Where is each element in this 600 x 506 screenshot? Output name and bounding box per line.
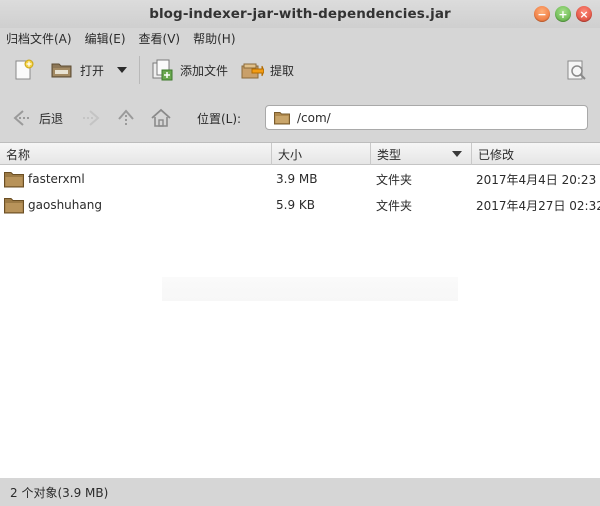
menu-edit[interactable]: 编辑(E) [85, 30, 126, 47]
back-label: 后退 [39, 111, 64, 126]
column-modified-header[interactable]: 已修改 [472, 143, 600, 165]
table-row[interactable]: fasterxml 3.9 MB 文件夹 2017年4月4日 20:23 [0, 166, 600, 192]
table-row[interactable]: gaoshuhang 5.9 KB 文件夹 2017年4月27日 02:32 [0, 192, 600, 218]
forward-button[interactable] [80, 104, 102, 132]
maximize-icon[interactable]: + [555, 6, 571, 22]
menu-bar: 归档文件(A) 编辑(E) 查看(V) 帮助(H) [0, 28, 600, 48]
empty-area-artifact [162, 277, 458, 301]
column-name-header[interactable]: 名称 [0, 143, 272, 165]
minimize-icon[interactable]: − [534, 6, 550, 22]
folder-icon [274, 111, 290, 124]
extract-button[interactable]: 提取 [240, 54, 294, 86]
location-label: 位置(L): [197, 112, 242, 126]
folder-icon [4, 198, 24, 214]
home-button[interactable] [150, 104, 172, 132]
file-modified: 2017年4月4日 20:23 [476, 172, 597, 187]
window-controls: − + × [534, 6, 592, 22]
menu-view[interactable]: 查看(V) [139, 30, 181, 47]
open-dropdown-button[interactable] [117, 54, 128, 86]
add-files-label: 添加文件 [180, 63, 229, 78]
add-files-icon [152, 59, 173, 81]
file-name-cell: gaoshuhang [4, 192, 270, 218]
title-bar[interactable]: blog-indexer-jar-with-dependencies.jar −… [0, 0, 600, 28]
archive-manager-window: blog-indexer-jar-with-dependencies.jar −… [0, 0, 600, 506]
location-path: /com/ [297, 110, 331, 125]
file-type: 文件夹 [376, 198, 413, 213]
new-archive-icon [15, 59, 34, 80]
open-folder-icon [51, 63, 72, 78]
column-type-header[interactable]: 类型 [371, 143, 472, 165]
file-modified: 2017年4月27日 02:32 [476, 198, 600, 213]
window-title: blog-indexer-jar-with-dependencies.jar [149, 6, 451, 22]
chevron-down-icon [117, 67, 128, 73]
menu-help[interactable]: 帮助(H) [193, 30, 235, 47]
back-arrow-icon [13, 110, 30, 126]
file-size: 3.9 MB [276, 172, 318, 186]
open-button[interactable]: 打开 [50, 54, 104, 86]
new-archive-button[interactable] [12, 54, 36, 86]
file-name: fasterxml [28, 172, 85, 186]
up-arrow-icon [118, 109, 134, 126]
column-name-label: 名称 [6, 147, 31, 162]
location-bar: 后退 位置(L): /com/ [0, 100, 600, 136]
folder-icon [4, 172, 24, 188]
open-label: 打开 [80, 63, 105, 78]
toolbar: 打开 添加文件 提取 [0, 50, 600, 90]
add-files-button[interactable]: 添加文件 [150, 54, 228, 86]
location-input[interactable]: /com/ [265, 105, 588, 130]
sort-descending-icon [452, 151, 462, 157]
properties-button[interactable] [564, 54, 588, 86]
file-name: gaoshuhang [28, 198, 102, 212]
file-name-cell: fasterxml [4, 166, 270, 192]
properties-icon [567, 60, 586, 80]
toolbar-separator [139, 56, 141, 84]
file-size: 5.9 KB [276, 198, 315, 212]
column-type-label: 类型 [377, 147, 402, 162]
back-button[interactable]: 后退 [11, 104, 63, 132]
file-type: 文件夹 [376, 172, 413, 187]
home-icon [151, 108, 171, 127]
status-bar: 2 个对象(3.9 MB) [0, 478, 600, 506]
column-size-label: 大小 [278, 147, 303, 162]
list-header: 名称 大小 类型 已修改 [0, 143, 600, 165]
column-size-header[interactable]: 大小 [272, 143, 371, 165]
up-button[interactable] [115, 104, 137, 132]
file-list: 名称 大小 类型 已修改 fasterxml 3.9 MB 文件夹 2017年4… [0, 142, 600, 478]
close-icon[interactable]: × [576, 6, 592, 22]
forward-arrow-icon [83, 110, 100, 126]
menu-archive[interactable]: 归档文件(A) [6, 30, 72, 47]
extract-label: 提取 [270, 63, 295, 78]
column-modified-label: 已修改 [478, 147, 515, 162]
extract-icon [241, 63, 265, 79]
status-text: 2 个对象(3.9 MB) [10, 485, 109, 500]
